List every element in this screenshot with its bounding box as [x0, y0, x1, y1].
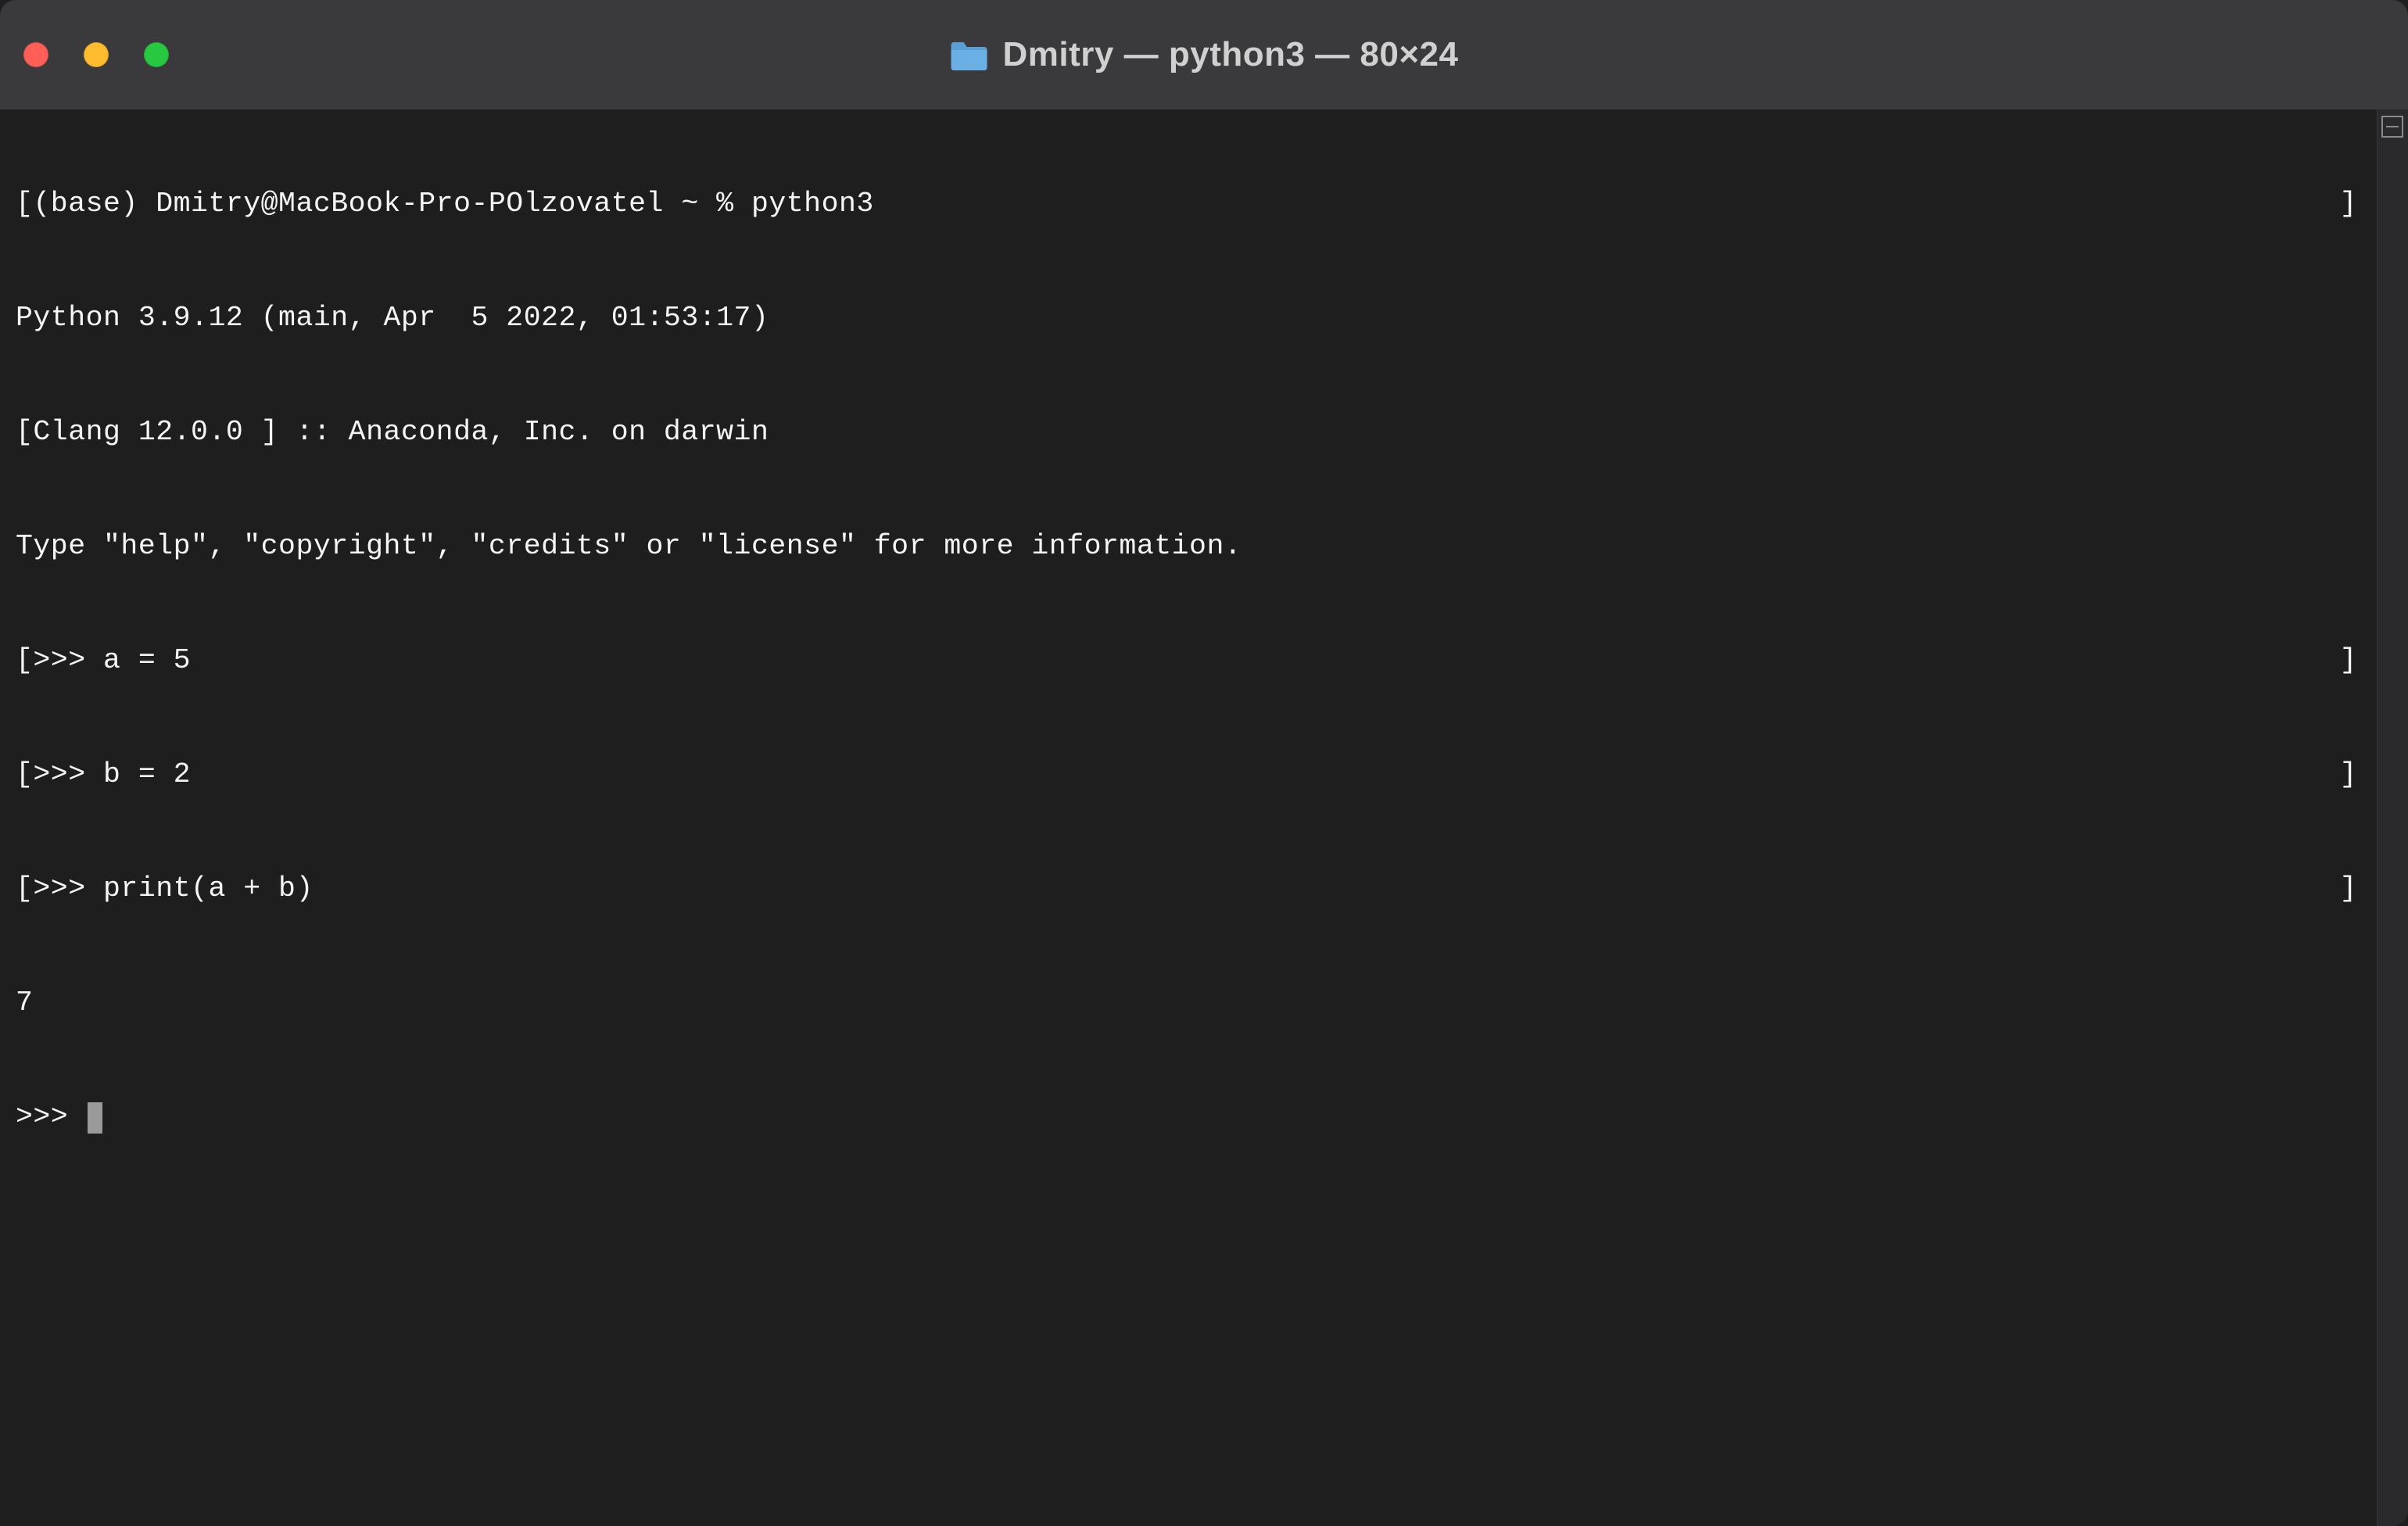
- title-content: Dmitry — python3 — 80×24: [950, 35, 1459, 74]
- terminal-prompt: >>>: [16, 1103, 86, 1132]
- terminal-prompt-line: >>>: [16, 1089, 2361, 1146]
- line-end-bracket: ]: [2340, 875, 2361, 904]
- cursor-icon: [88, 1102, 102, 1134]
- maximize-button[interactable]: [144, 42, 169, 67]
- terminal-text: [Clang 12.0.0 ] :: Anaconda, Inc. on dar…: [16, 418, 769, 447]
- line-end-bracket: ]: [2340, 761, 2361, 790]
- terminal-line: [>>> a = 5 ]: [16, 632, 2361, 690]
- terminal-text: Type "help", "copyright", "credits" or "…: [16, 532, 1242, 561]
- terminal-content[interactable]: [(base) Dmitry@MacBook-Pro-POlzovatel ~ …: [0, 109, 2377, 1526]
- scrollbar[interactable]: [2377, 109, 2408, 1526]
- terminal-text: Python 3.9.12 (main, Apr 5 2022, 01:53:1…: [16, 304, 769, 333]
- terminal-text: [>>> print(a + b): [16, 875, 314, 904]
- terminal-line: [>>> print(a + b) ]: [16, 861, 2361, 918]
- line-end-bracket: ]: [2340, 190, 2361, 219]
- terminal-text: 7: [16, 989, 33, 1018]
- folder-icon: [950, 39, 989, 70]
- terminal-text: [>>> a = 5: [16, 647, 191, 675]
- terminal-line: Python 3.9.12 (main, Apr 5 2022, 01:53:1…: [16, 290, 2361, 347]
- terminal-line: [(base) Dmitry@MacBook-Pro-POlzovatel ~ …: [16, 176, 2361, 233]
- title-bar: Dmitry — python3 — 80×24: [0, 0, 2408, 109]
- terminal-text: [(base) Dmitry@MacBook-Pro-POlzovatel ~ …: [16, 190, 874, 219]
- minimize-button[interactable]: [84, 42, 109, 67]
- terminal-line: [>>> b = 2 ]: [16, 747, 2361, 804]
- terminal-body: [(base) Dmitry@MacBook-Pro-POlzovatel ~ …: [0, 109, 2408, 1526]
- close-button[interactable]: [23, 42, 48, 67]
- terminal-window: Dmitry — python3 — 80×24 [(base) Dmitry@…: [0, 0, 2408, 1526]
- terminal-line: Type "help", "copyright", "credits" or "…: [16, 518, 2361, 575]
- line-end-bracket: ]: [2340, 647, 2361, 675]
- terminal-text: [>>> b = 2: [16, 761, 191, 790]
- terminal-line: [Clang 12.0.0 ] :: Anaconda, Inc. on dar…: [16, 404, 2361, 461]
- traffic-lights: [23, 42, 169, 67]
- window-title: Dmitry — python3 — 80×24: [1003, 35, 1459, 74]
- terminal-line: 7: [16, 975, 2361, 1032]
- scrollbar-indicator-icon: [2381, 116, 2403, 138]
